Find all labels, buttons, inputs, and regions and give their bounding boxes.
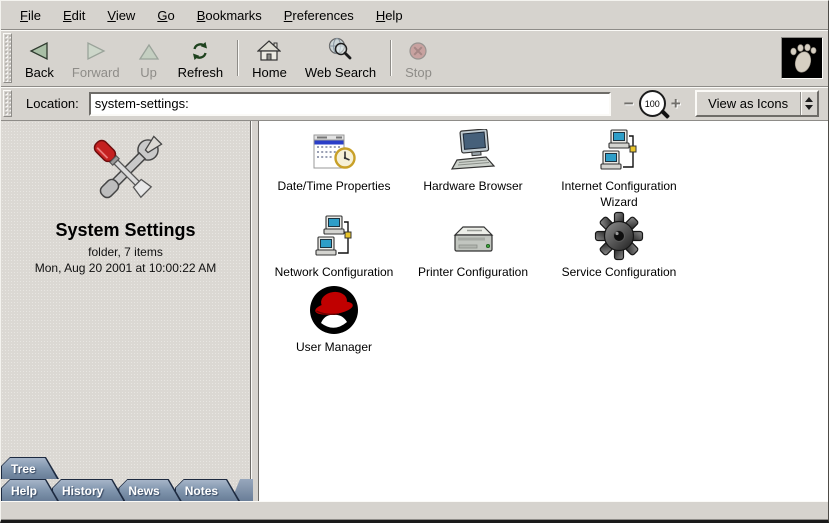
zoom-level-value: 100 (645, 99, 660, 109)
back-icon (28, 36, 50, 61)
home-label: Home (252, 65, 287, 80)
forward-button: Forward (63, 32, 129, 85)
item-label: Printer Configuration (418, 265, 528, 281)
menu-edit[interactable]: Edit (52, 5, 96, 26)
throbber (781, 37, 823, 79)
tab-history-label: History (53, 480, 123, 501)
web-search-icon (327, 36, 353, 61)
file-manager-window: File Edit View Go Bookmarks Preferences … (0, 0, 829, 523)
sidebar-tabs: Tree Help History News Notes (1, 457, 250, 501)
up-icon (138, 36, 160, 61)
toolbar-separator (237, 40, 238, 76)
sidebar-divider[interactable] (251, 121, 259, 501)
item-label: User Manager (296, 340, 372, 356)
item-printer-configuration[interactable]: Printer Configuration (398, 209, 548, 281)
sidebar-folder-modified: Mon, Aug 20 2001 at 10:00:22 AM (1, 261, 250, 275)
computer-icon (449, 123, 497, 175)
item-label: Network Configuration (275, 265, 394, 281)
zoom-out-button[interactable]: − (619, 95, 639, 112)
back-label: Back (25, 65, 54, 80)
tab-news-label: News (119, 480, 179, 501)
refresh-icon (190, 36, 210, 61)
forward-label: Forward (72, 65, 120, 80)
item-label: Hardware Browser (423, 179, 522, 195)
menu-help[interactable]: Help (365, 5, 414, 26)
item-network-configuration[interactable]: Network Configuration (259, 209, 409, 281)
tab-help[interactable]: Help (1, 479, 59, 501)
printer-icon (449, 209, 497, 261)
zoom-in-button[interactable]: + (666, 95, 686, 112)
sidebar-tabs-row-top: Tree (1, 457, 250, 479)
toolbar-grip-handle[interactable] (3, 33, 12, 83)
stop-button: Stop (396, 32, 441, 85)
up-label: Up (140, 65, 157, 80)
location-bar: Location: − 100 + View as Icons (1, 87, 828, 121)
tab-history[interactable]: History (52, 479, 125, 501)
menu-file[interactable]: File (9, 5, 52, 26)
redhat-icon (308, 284, 360, 336)
menu-view[interactable]: View (96, 5, 146, 26)
item-user-manager[interactable]: User Manager (259, 284, 409, 356)
up-button: Up (129, 32, 169, 85)
gnome-foot-icon (782, 38, 822, 78)
location-bar-grip-handle[interactable] (3, 90, 12, 117)
location-label: Location: (26, 96, 79, 111)
view-mode-value: View as Icons (697, 92, 800, 115)
content-area: System Settings folder, 7 items Mon, Aug… (1, 121, 828, 501)
web-search-label: Web Search (305, 65, 376, 80)
item-hardware-browser[interactable]: Hardware Browser (398, 123, 548, 195)
item-label: Date/Time Properties (278, 179, 391, 195)
location-input[interactable] (89, 92, 611, 116)
tools-icon (80, 129, 172, 215)
sidebar: System Settings folder, 7 items Mon, Aug… (1, 121, 251, 501)
toolbar-separator (390, 40, 391, 76)
tab-tree-label: Tree (2, 458, 57, 479)
zoom-level-indicator[interactable]: 100 (639, 90, 666, 117)
stop-icon (408, 36, 428, 61)
view-mode-dropdown[interactable]: View as Icons (695, 90, 819, 117)
tab-notes[interactable]: Notes (175, 479, 240, 501)
calendar-clock-icon (311, 123, 357, 175)
sidebar-folder-details: folder, 7 items (1, 245, 250, 259)
sidebar-header: System Settings folder, 7 items Mon, Aug… (1, 121, 250, 275)
item-internet-configuration-wizard[interactable]: Internet Configuration Wizard (544, 123, 694, 210)
up-arrow-icon (805, 97, 813, 102)
tab-help-label: Help (2, 480, 57, 501)
refresh-label: Refresh (178, 65, 224, 80)
stop-label: Stop (405, 65, 432, 80)
tab-news[interactable]: News (118, 479, 181, 501)
dropdown-spinner-icon (800, 92, 817, 115)
item-label: Service Configuration (562, 265, 677, 281)
network-computers-icon (599, 123, 639, 175)
sidebar-tabs-row-bottom: Help History News Notes (1, 479, 250, 501)
back-button[interactable]: Back (16, 32, 63, 85)
toolbar: Back Forward Up Refresh (1, 30, 828, 87)
gear-icon (594, 209, 644, 261)
down-arrow-icon (805, 105, 813, 110)
sidebar-folder-title: System Settings (1, 220, 250, 241)
menu-bookmarks[interactable]: Bookmarks (186, 5, 273, 26)
item-service-configuration[interactable]: Service Configuration (544, 209, 694, 281)
home-button[interactable]: Home (243, 32, 296, 85)
status-bar (1, 501, 828, 520)
web-search-button[interactable]: Web Search (296, 32, 385, 85)
tab-notes-label: Notes (176, 480, 238, 501)
tab-tree[interactable]: Tree (1, 457, 59, 479)
home-icon (257, 36, 281, 61)
icon-view: Date/Time Properties Hardwa (259, 121, 828, 501)
item-label: Internet Configuration Wizard (544, 179, 694, 210)
menu-bar: File Edit View Go Bookmarks Preferences … (1, 1, 828, 30)
forward-icon (85, 36, 107, 61)
network-computers-icon (314, 209, 354, 261)
item-date-time-properties[interactable]: Date/Time Properties (259, 123, 409, 195)
refresh-button[interactable]: Refresh (169, 32, 233, 85)
menu-preferences[interactable]: Preferences (273, 5, 365, 26)
menu-go[interactable]: Go (146, 5, 185, 26)
